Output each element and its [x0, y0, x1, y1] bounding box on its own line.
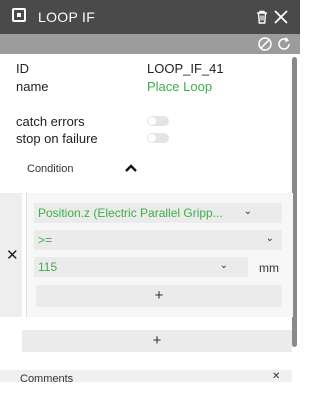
panel-title: LOOP IF — [38, 9, 96, 25]
name-field[interactable]: Place Loop — [147, 79, 212, 94]
chevron-down-icon[interactable]: ✕ — [272, 371, 280, 382]
condition-value-input[interactable]: 115 ⌄ — [34, 257, 248, 277]
disable-icon[interactable] — [257, 36, 273, 52]
node-toolbar — [0, 34, 300, 54]
chevron-down-icon: ⌄ — [219, 260, 228, 271]
chevron-down-icon: ⌄ — [265, 233, 274, 244]
condition-variable-value: Position.z (Electric Parallel Gripp... — [38, 206, 223, 220]
add-condition-button[interactable]: + — [36, 285, 282, 307]
stop-on-failure-label: stop on failure — [16, 131, 98, 146]
chevron-down-icon: ⌄ — [243, 206, 252, 217]
node-icon — [12, 8, 26, 22]
condition-operator-value: >= — [38, 233, 53, 247]
trash-icon[interactable] — [254, 9, 270, 25]
id-label: ID — [16, 61, 29, 76]
condition-variable-select[interactable]: Position.z (Electric Parallel Gripp... ⌄ — [34, 203, 282, 223]
condition-operator-select[interactable]: >= ⌄ — [34, 230, 282, 250]
stop-on-failure-toggle[interactable] — [147, 133, 169, 143]
reset-icon[interactable] — [276, 36, 292, 52]
catch-errors-toggle[interactable] — [147, 116, 169, 126]
loop-if-panel: LOOP IF ID LOOP_IF_41 name Place Loop ca… — [0, 0, 300, 404]
close-icon[interactable] — [272, 8, 290, 26]
condition-section-label: Condition — [27, 163, 74, 175]
id-value: LOOP_IF_41 — [147, 61, 224, 76]
catch-errors-label: catch errors — [16, 114, 85, 129]
remove-condition-button[interactable]: ✕ — [6, 246, 19, 264]
caret-up-icon[interactable] — [124, 163, 138, 173]
condition-unit: mm — [259, 261, 279, 275]
title-bar: LOOP IF — [0, 0, 300, 34]
name-label: name — [16, 79, 49, 94]
add-button[interactable]: + — [22, 330, 292, 352]
panel-bottom — [0, 382, 300, 404]
condition-value: 115 — [38, 260, 58, 274]
